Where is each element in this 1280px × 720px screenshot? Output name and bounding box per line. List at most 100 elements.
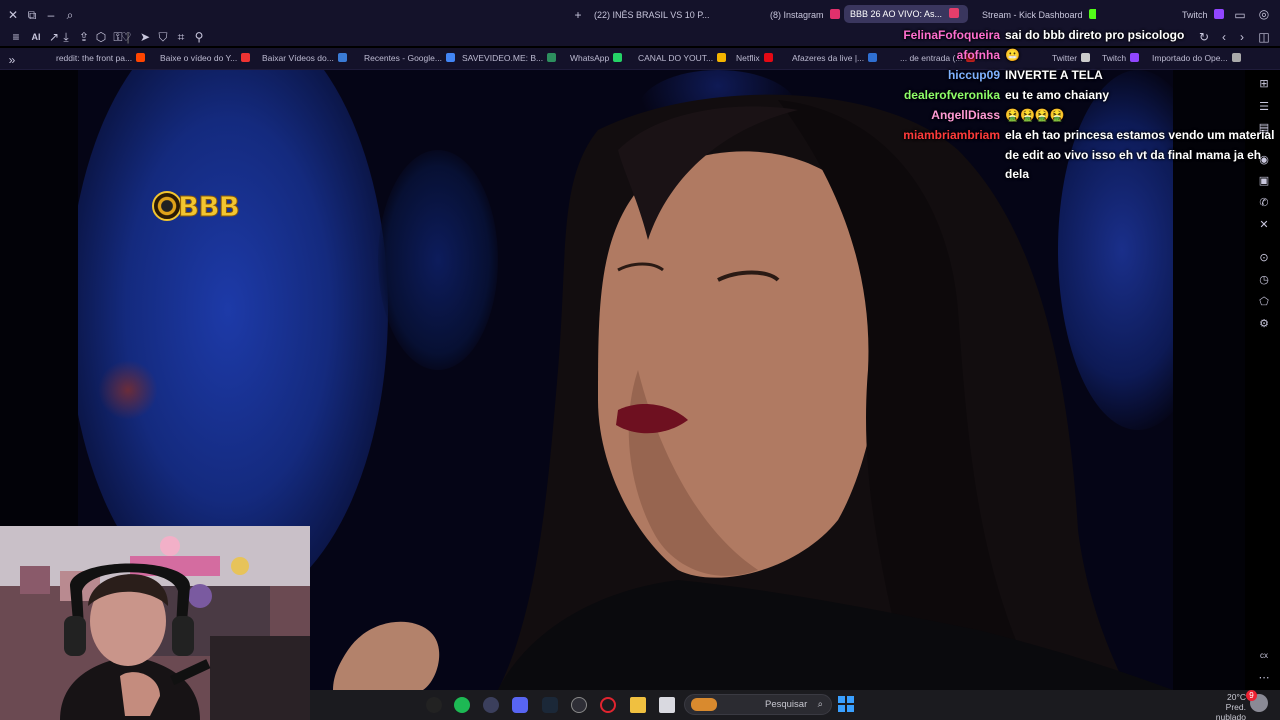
shield-icon[interactable]: ⛉: [155, 30, 171, 44]
minimize-icon[interactable]: –: [43, 8, 59, 22]
chat-text: eu te amo chaiany: [1005, 88, 1110, 102]
new-tab-icon[interactable]: +: [570, 8, 586, 22]
sidebar-panel-icon[interactable]: ⊞: [1256, 76, 1272, 92]
savevideo-icon: [547, 53, 557, 62]
chat-text: ela eh tao princesa estamos vendo um mat…: [1005, 128, 1275, 181]
kick-icon: [1089, 9, 1096, 19]
bookmark-google-drive[interactable]: Recentes - Google...: [364, 52, 455, 64]
chat-username[interactable]: afofnha: [880, 46, 1000, 66]
notification-badge: 9: [1246, 690, 1257, 701]
netflix-icon: [763, 53, 773, 62]
chat-username[interactable]: dealerofveronika: [880, 86, 1000, 106]
taskbar-search[interactable]: Pesquisar ⌕: [684, 694, 832, 715]
chat-text: sai do bbb direto pro psicologo: [1005, 28, 1185, 42]
chat-text: INVERTE A TELA: [1005, 68, 1103, 82]
twitch-icon: [1214, 9, 1225, 19]
browser-tab-bar: ✕ ⧉ – ⌕ + (22) INÊS BRASIL VS 10 P... (8…: [0, 0, 1280, 28]
bookmark-canal-youtube[interactable]: CANAL DO YOUT...: [638, 52, 727, 64]
weather-widget[interactable]: 20°C Pred. nublado: [1196, 692, 1246, 720]
download-icon[interactable]: ⤓: [58, 30, 74, 44]
drive-icon: [717, 53, 727, 62]
download-icon: [337, 53, 347, 62]
tab-twitch[interactable]: Twitch: [1176, 6, 1226, 24]
tab-label: Twitch: [1182, 10, 1208, 20]
windows-start-icon[interactable]: [838, 696, 854, 712]
file-explorer-icon[interactable]: [630, 697, 646, 713]
weather-desc: Pred. nublado: [1215, 702, 1246, 720]
settings-icon[interactable]: ⚙: [1256, 316, 1272, 332]
tab-kick-dashboard[interactable]: Stream - Kick Dashboard: [976, 6, 1096, 24]
sidebar-toggle-icon[interactable]: ▭: [1232, 8, 1248, 22]
clock-icon[interactable]: ◷: [1256, 272, 1272, 288]
ai-icon[interactable]: AI: [28, 30, 44, 44]
spotify-icon[interactable]: [454, 697, 470, 713]
chat-username[interactable]: AngellDiass: [880, 106, 1000, 126]
tab-label: (8) Instagram: [770, 10, 824, 20]
search-highlight-icon: [691, 698, 717, 711]
tab-instagram[interactable]: (8) Instagram: [764, 6, 840, 24]
trello-icon: [868, 53, 878, 62]
tabs-overview-icon[interactable]: ⧉: [24, 8, 40, 22]
chevron-double-right-icon[interactable]: »: [4, 53, 20, 67]
more-icon[interactable]: ⋯: [1256, 670, 1272, 686]
bookmark-savevideo[interactable]: SAVEVIDEO.ME: B...: [462, 52, 557, 64]
tab-ines-brasil[interactable]: (22) INÊS BRASIL VS 10 P...: [588, 6, 712, 24]
twitch-sidebar-icon[interactable]: ▣: [1256, 173, 1272, 189]
bookmark-label: Afazeres da live |...: [792, 53, 865, 63]
bookmark-label: Baixe o vídeo do Y...: [160, 53, 238, 63]
search-icon[interactable]: ⌕: [62, 8, 78, 22]
webcam-scene: [0, 526, 310, 720]
copilot-icon[interactable]: [426, 697, 442, 713]
search-icon: ⌕: [817, 699, 823, 710]
bookmark-label: Baixar Vídeos do...: [262, 53, 334, 63]
opera-icon[interactable]: [600, 697, 616, 713]
bookmark-reddit[interactable]: reddit: the front pa...: [56, 52, 146, 64]
cube-icon[interactable]: ⬠: [1256, 294, 1272, 310]
chat-username[interactable]: FelinaFofoqueira: [880, 26, 1000, 46]
app-icon[interactable]: [483, 697, 499, 713]
menu-icon[interactable]: ≡: [8, 30, 24, 44]
tab-label: BBB 26 AO VIVO: As...: [850, 9, 943, 19]
downloads-icon[interactable]: ◉: [1256, 152, 1272, 168]
globoplay-icon: [948, 8, 959, 18]
close-icon[interactable]: ✕: [5, 8, 21, 22]
chat-username[interactable]: miambriambriam: [880, 126, 1000, 146]
bookmark-baixar-videos[interactable]: Baixar Vídeos do...: [262, 52, 347, 64]
obs-icon[interactable]: [571, 697, 587, 713]
bbb-logo-text: BBB: [177, 189, 240, 223]
reddit-icon: [136, 53, 146, 62]
video-icon: [241, 53, 251, 62]
x-sidebar-icon[interactable]: ✕: [1256, 217, 1272, 233]
player-icon[interactable]: ⊙: [1256, 250, 1272, 266]
heart-icon[interactable]: ♡: [118, 30, 134, 44]
discord-icon[interactable]: [512, 697, 528, 713]
steam-icon[interactable]: [542, 697, 558, 713]
chat-text: 🤮🤮🤮🤮: [1005, 108, 1065, 122]
search-placeholder: Pesquisar: [765, 699, 808, 710]
extension-icon[interactable]: ⬡: [93, 30, 109, 44]
whatsapp-sidebar-icon[interactable]: ✆: [1256, 195, 1272, 211]
bookmark-label: CANAL DO YOUT...: [638, 53, 714, 63]
bookmark-whatsapp[interactable]: WhatsApp: [570, 52, 623, 64]
bookmark-label: SAVEVIDEO.ME: B...: [462, 53, 544, 63]
chat-username[interactable]: hiccup09: [880, 66, 1000, 86]
instagram-icon: [830, 9, 840, 19]
crop-icon[interactable]: ⌗: [173, 30, 189, 44]
send-icon[interactable]: ➤: [137, 30, 153, 44]
pin-icon[interactable]: ⚲: [191, 30, 207, 44]
cx-icon[interactable]: cx: [1256, 648, 1272, 664]
share-icon[interactable]: ⇪: [76, 30, 92, 44]
tab-bbb-live[interactable]: BBB 26 AO VIVO: As...: [844, 5, 968, 23]
bookmark-list-icon[interactable]: ☰: [1256, 99, 1272, 115]
account-icon[interactable]: ◎: [1256, 7, 1272, 21]
task-view-icon[interactable]: [659, 697, 675, 713]
chat-text: 😬: [1005, 48, 1020, 62]
webcam-feed: [0, 526, 310, 720]
drive-icon: [445, 53, 455, 62]
whatsapp-icon: [613, 53, 623, 62]
history-icon[interactable]: ▤: [1256, 120, 1272, 136]
bookmark-afazeres[interactable]: Afazeres da live |...: [792, 52, 878, 64]
bbb-logo: BBB: [152, 188, 241, 224]
bookmark-netflix[interactable]: Netflix: [736, 52, 773, 64]
bookmark-baixe-video[interactable]: Baixe o vídeo do Y...: [160, 52, 251, 64]
